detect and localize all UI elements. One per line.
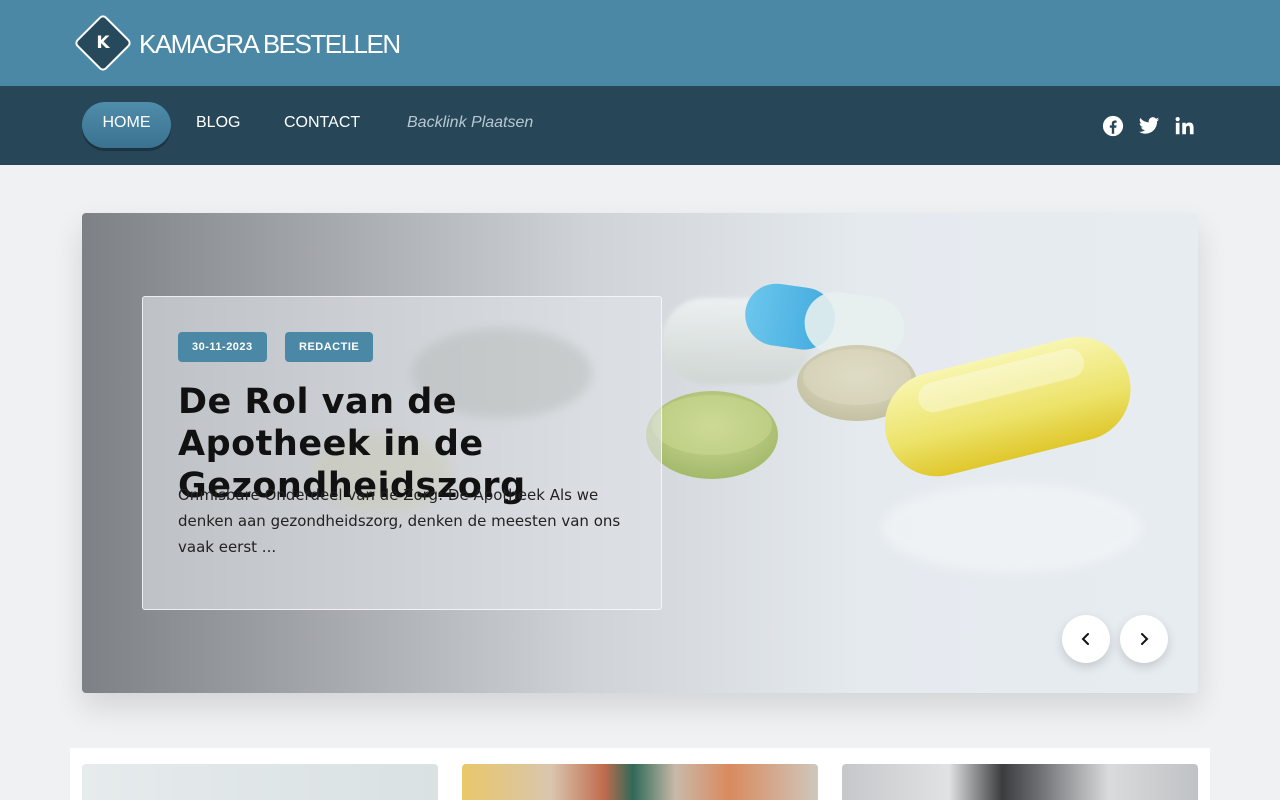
- post-card-image[interactable]: [82, 764, 438, 800]
- main-navigation: HOME BLOG CONTACT Backlink Plaatsen: [0, 86, 1280, 165]
- post-card-image[interactable]: [462, 764, 818, 800]
- post-author-badge[interactable]: REDACTIE: [285, 332, 374, 362]
- nav-item-blog[interactable]: BLOG: [196, 102, 240, 148]
- linkedin-icon[interactable]: [1174, 115, 1196, 137]
- hero-slider[interactable]: 30-11-2023 REDACTIE De Rol van de Apothe…: [82, 213, 1198, 693]
- slider-next-button[interactable]: [1120, 615, 1168, 663]
- nav-item-backlink[interactable]: Backlink Plaatsen: [407, 102, 533, 148]
- post-card-image[interactable]: [842, 764, 1198, 800]
- slider-prev-button[interactable]: [1062, 615, 1110, 663]
- chevron-right-icon: [1141, 633, 1149, 645]
- post-cards-row: [70, 748, 1210, 800]
- facebook-icon[interactable]: [1102, 115, 1124, 137]
- nav-item-home[interactable]: HOME: [82, 102, 171, 148]
- site-header: K KAMAGRA BESTELLEN: [0, 0, 1280, 86]
- chevron-left-icon: [1081, 633, 1089, 645]
- post-date-badge[interactable]: 30-11-2023: [178, 332, 267, 362]
- site-logo[interactable]: K: [73, 13, 133, 73]
- featured-post-card[interactable]: 30-11-2023 REDACTIE De Rol van de Apothe…: [142, 296, 662, 610]
- logo-letter: K: [96, 33, 110, 53]
- post-excerpt: Onmisbare Onderdeel van de Zorg: De Apot…: [178, 486, 621, 556]
- twitter-icon[interactable]: [1138, 115, 1160, 137]
- nav-item-contact[interactable]: CONTACT: [284, 102, 360, 148]
- site-name-link[interactable]: KAMAGRA BESTELLEN: [139, 29, 401, 59]
